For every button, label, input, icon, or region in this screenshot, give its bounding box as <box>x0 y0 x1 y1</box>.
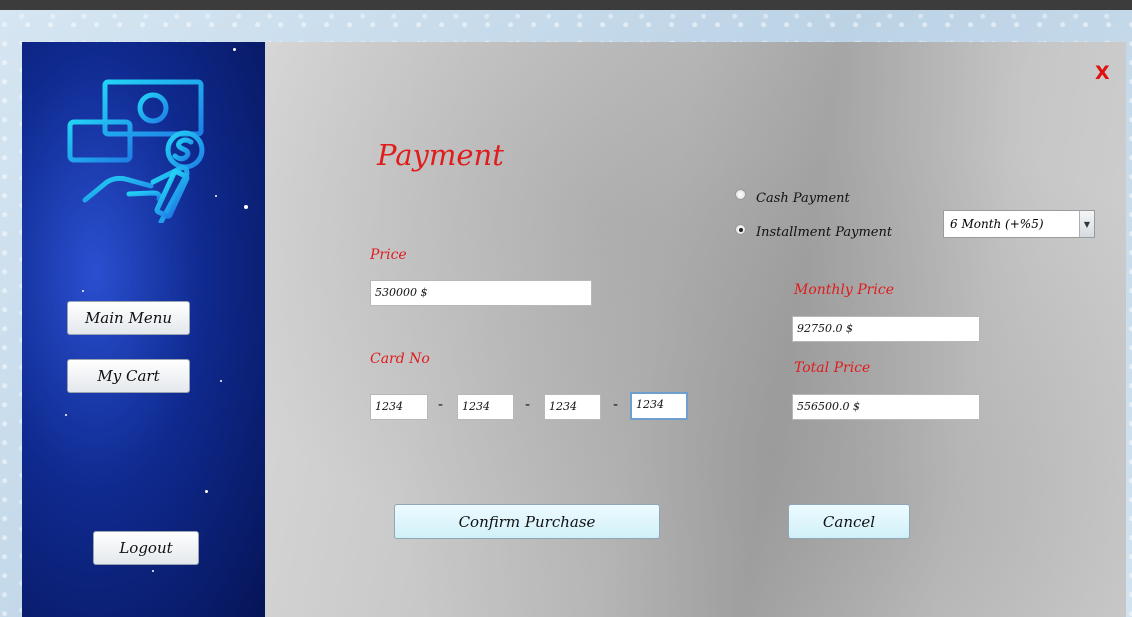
monthly-price-field[interactable]: 92750.0 $ <box>792 316 980 342</box>
total-price-label: Total Price <box>794 360 871 376</box>
my-cart-button[interactable]: My Cart <box>67 359 190 393</box>
price-field[interactable]: 530000 $ <box>370 280 592 306</box>
card-number-field-1[interactable]: 1234 <box>370 394 428 420</box>
star <box>82 290 84 292</box>
installment-payment-label: Installment Payment <box>756 225 893 240</box>
cash-payment-label: Cash Payment <box>756 191 850 206</box>
radio-button[interactable] <box>735 189 746 200</box>
star <box>220 380 222 382</box>
card-separator: - <box>438 397 444 413</box>
installment-period-value: 6 Month (+%5) <box>950 217 1044 231</box>
logout-button[interactable]: Logout <box>93 531 199 565</box>
confirm-purchase-button[interactable]: Confirm Purchase <box>394 504 660 539</box>
page-title: Payment <box>377 138 504 172</box>
cancel-button[interactable]: Cancel <box>788 504 910 539</box>
close-button[interactable]: X <box>1095 62 1110 84</box>
payment-window: Main Menu My Cart Logout X Payment Price… <box>22 42 1126 617</box>
sidebar: Main Menu My Cart Logout <box>22 42 265 617</box>
card-separator: - <box>525 397 531 413</box>
price-label: Price <box>370 247 407 263</box>
cash-payment-radio[interactable]: Cash Payment <box>735 183 850 206</box>
chevron-down-icon[interactable]: ▼ <box>1079 211 1094 237</box>
star <box>152 570 154 572</box>
installment-payment-radio[interactable]: Installment Payment <box>735 219 892 240</box>
star <box>65 414 67 416</box>
card-number-field-2[interactable]: 1234 <box>457 394 514 420</box>
card-number-field-4[interactable]: 1234 <box>630 392 688 420</box>
title-bar <box>0 0 1132 10</box>
star <box>233 48 236 51</box>
payment-panel: X Payment Price 530000 $ Card No 1234 - … <box>265 42 1126 617</box>
card-separator: - <box>613 397 619 413</box>
star <box>215 195 217 197</box>
star <box>244 205 248 209</box>
main-menu-button[interactable]: Main Menu <box>67 301 190 335</box>
star <box>205 490 208 493</box>
monthly-price-label: Monthly Price <box>794 282 894 298</box>
installment-period-select[interactable]: 6 Month (+%5) ▼ <box>943 210 1095 238</box>
card-number-field-3[interactable]: 1234 <box>544 394 601 420</box>
radio-button[interactable] <box>735 224 746 235</box>
total-price-field[interactable]: 556500.0 $ <box>792 394 980 420</box>
card-number-label: Card No <box>370 351 430 367</box>
money-hand-icon <box>67 79 205 223</box>
